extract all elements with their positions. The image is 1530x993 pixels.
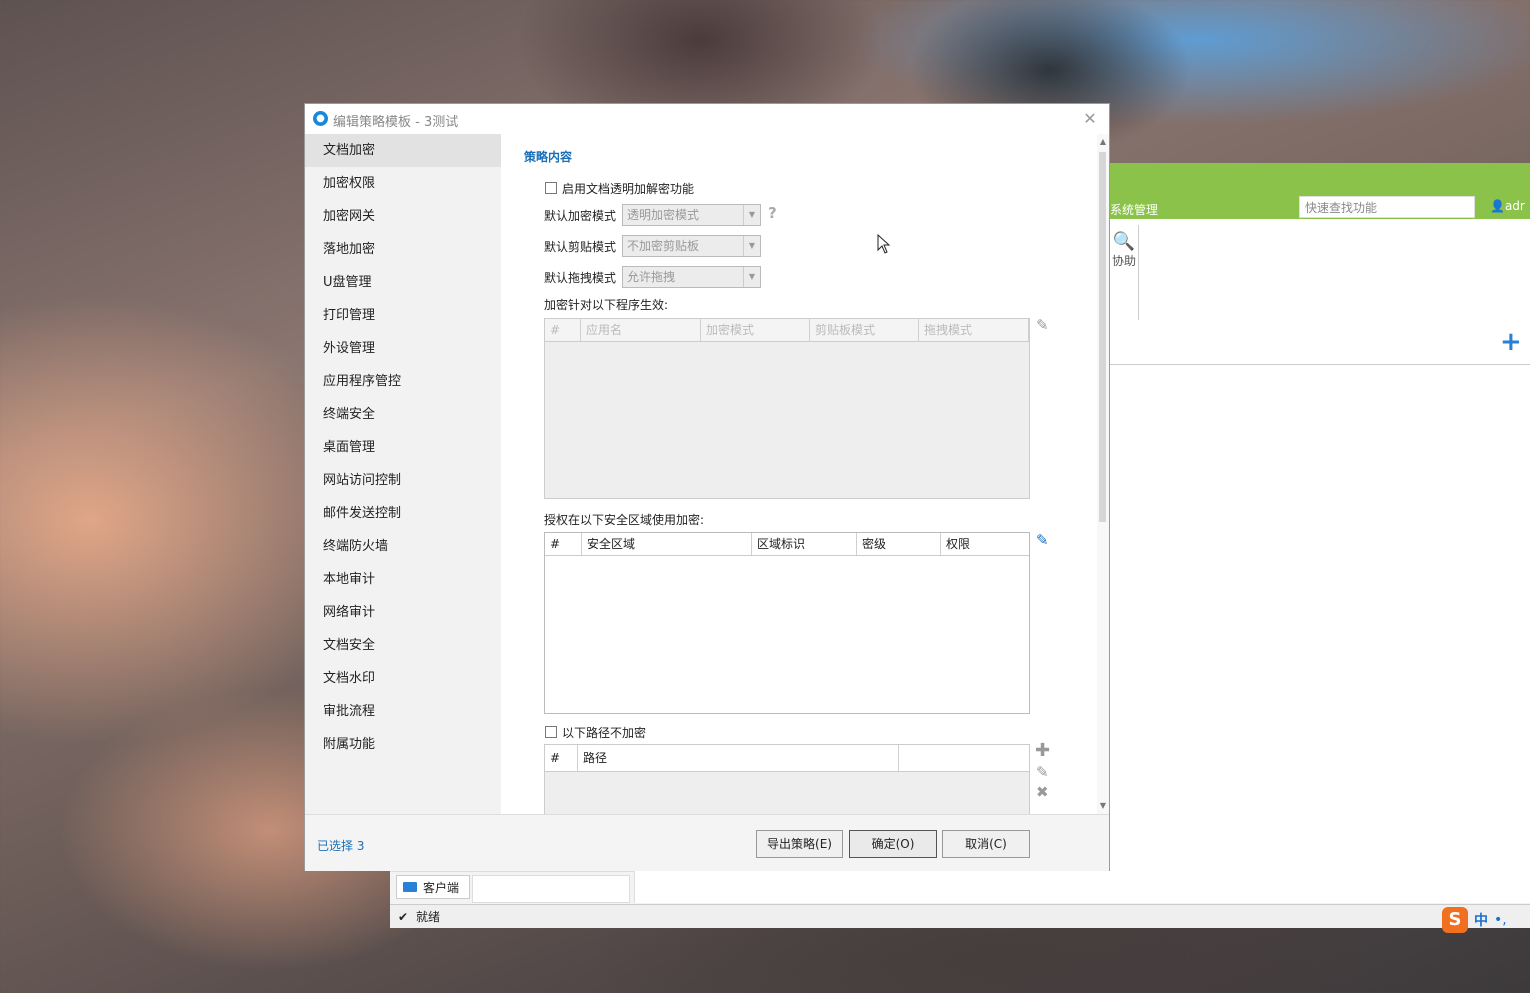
close-icon[interactable]: ✕ [1079,108,1101,130]
magnifier-icon: 🔍 [1112,231,1136,252]
nav-item-11[interactable]: 邮件发送控制 [305,497,501,530]
quick-search-input[interactable]: 快速查找功能 [1299,196,1475,218]
export-policy-button[interactable]: 导出策略(E) [756,830,843,858]
tab-system-management[interactable]: 系统管理 [1110,201,1158,218]
toolbar-divider [1138,225,1139,320]
col-zone-id: 区域标识 [752,533,857,555]
app-logo-icon: ● [313,111,328,126]
zones-label: 授权在以下安全区域使用加密: [544,513,705,527]
edit-policy-dialog: ● 编辑策略模板 - 3测试 ✕ 文档加密 加密权限 加密网关 落地加密 U盘管理 打印管… [304,103,1110,871]
ime-punctuation-toggle[interactable]: •, [1494,912,1507,928]
nav-item-1[interactable]: 加密权限 [305,167,501,200]
nav-item-18[interactable]: 附属功能 [305,728,501,761]
paths-table-header: # 路径 [545,745,1029,772]
nav-item-17[interactable]: 审批流程 [305,695,501,728]
drag-mode-label: 默认拖拽模式 [544,271,617,285]
nav-item-8[interactable]: 终端安全 [305,398,501,431]
nav-item-10[interactable]: 网站访问控制 [305,464,501,497]
nav-item-7[interactable]: 应用程序管控 [305,365,501,398]
policy-nav: 文档加密 加密权限 加密网关 落地加密 U盘管理 打印管理 外设管理 应用程序管控 终端安全 桌面… [305,134,501,814]
panel-divider [1110,364,1530,365]
help-button[interactable]: 🔍 协助 [1110,231,1138,269]
programs-label: 加密针对以下程序生效: [544,298,669,312]
nav-item-13[interactable]: 本地审计 [305,563,501,596]
clip-mode-select[interactable]: 不加密剪贴板 ▼ [622,235,761,257]
content-scrollbar[interactable]: ▲ ▼ [1097,134,1109,814]
dialog-titlebar[interactable]: ● 编辑策略模板 - 3测试 ✕ [305,104,1109,134]
nav-item-0[interactable]: 文档加密 [305,134,501,167]
nav-item-9[interactable]: 桌面管理 [305,431,501,464]
dialog-title: 编辑策略模板 - 3测试 [333,115,459,130]
paths-table[interactable]: # 路径 [544,744,1030,814]
add-icon[interactable]: + [1500,329,1522,355]
edit-programs-pencil-icon[interactable]: ✎ [1036,316,1049,334]
app-content-panel [1110,219,1530,919]
programs-table[interactable]: # 应用名 加密模式 剪贴板模式 拖拽模式 [544,318,1030,499]
monitor-icon [403,882,417,892]
zones-table-header: # 安全区域 区域标识 密级 权限 [545,533,1029,556]
col-enc-mode: 加密模式 [701,319,810,341]
enable-transparent-encryption-label: 启用文档透明加解密功能 [562,182,695,196]
selected-count: 已选择 3 [317,839,365,853]
chevron-down-icon: ▼ [743,267,760,287]
nav-item-16[interactable]: 文档水印 [305,662,501,695]
policy-content: 策略内容 启用文档透明加解密功能 默认加密模式 透明加密模式 ▼ ? 默认剪贴模式… [503,134,1097,814]
check-icon: ✔ [398,910,409,924]
scroll-up-icon[interactable]: ▲ [1097,136,1109,148]
col-index: # [545,319,581,341]
nav-item-4[interactable]: U盘管理 [305,266,501,299]
cancel-button[interactable]: 取消(C) [942,830,1030,858]
col-secret-level: 密级 [857,533,941,555]
chevron-down-icon: ▼ [743,236,760,256]
edit-zones-pencil-icon[interactable]: ✎ [1036,531,1049,549]
nav-item-12[interactable]: 终端防火墙 [305,530,501,563]
user-icon: 👤 [1490,199,1505,213]
user-menu[interactable]: 👤adr [1490,199,1525,213]
drag-mode-select[interactable]: 允许拖拽 ▼ [622,266,761,288]
ime-toolbar[interactable]: S 中 •, [1442,906,1507,934]
nav-item-6[interactable]: 外设管理 [305,332,501,365]
delete-path-icon[interactable]: ✖ [1036,783,1049,801]
enable-transparent-encryption-checkbox[interactable] [545,182,557,194]
dialog-footer: 已选择 3 导出策略(E) 确定(O) 取消(C) [305,814,1109,871]
scroll-thumb[interactable] [1099,152,1106,522]
col-extra [899,745,1029,771]
col-index: # [545,533,582,555]
col-permission: 权限 [946,537,971,551]
ime-language-toggle[interactable]: 中 [1474,910,1488,930]
path-exclude-label: 以下路径不加密 [562,726,647,740]
col-drag-mode: 拖拽模式 [919,319,1029,341]
help-icon[interactable]: ? [768,204,777,222]
ok-button[interactable]: 确定(O) [849,830,937,858]
col-security-zone: 安全区域 [582,533,752,555]
clip-mode-label: 默认剪贴模式 [544,240,617,254]
nav-item-15[interactable]: 文档安全 [305,629,501,662]
nav-item-2[interactable]: 加密网关 [305,200,501,233]
sogou-icon[interactable]: S [1442,907,1468,933]
nav-item-3[interactable]: 落地加密 [305,233,501,266]
edit-path-pencil-icon[interactable]: ✎ [1036,763,1049,781]
add-path-icon[interactable]: ✚ [1035,740,1050,761]
col-clipboard-mode: 剪贴板模式 [810,319,919,341]
nav-item-5[interactable]: 打印管理 [305,299,501,332]
path-exclude-checkbox[interactable] [545,726,557,738]
client-tab[interactable]: 客户端 [396,875,470,899]
scroll-down-icon[interactable]: ▼ [1097,800,1109,812]
nav-item-14[interactable]: 网络审计 [305,596,501,629]
client-input[interactable] [472,875,630,903]
enc-mode-label: 默认加密模式 [544,209,617,223]
zones-table[interactable]: # 安全区域 区域标识 密级 权限 [544,532,1030,714]
col-app-name: 应用名 [581,319,701,341]
enc-mode-select[interactable]: 透明加密模式 ▼ [622,204,761,226]
col-index: # [545,745,578,771]
client-area [634,871,1530,903]
col-path: 路径 [578,745,899,771]
section-title: 策略内容 [524,150,573,164]
programs-table-header: # 应用名 加密模式 剪贴板模式 拖拽模式 [545,319,1029,342]
chevron-down-icon: ▼ [743,205,760,225]
status-bar: ✔ 就绪 [390,904,1530,928]
